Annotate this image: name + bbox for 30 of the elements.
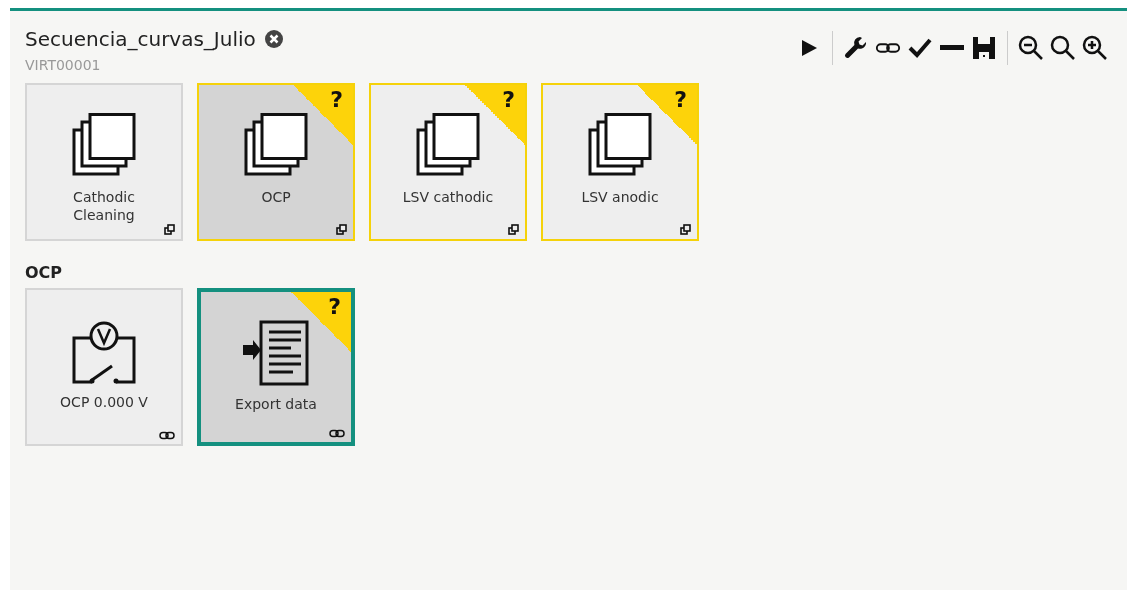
close-icon[interactable] [263, 29, 284, 49]
save-icon[interactable] [971, 35, 997, 61]
stack-icon [71, 113, 137, 179]
zoom-out-icon[interactable] [1018, 35, 1044, 61]
tile-label: LSV anodic [580, 189, 660, 207]
group-heading: OCP [25, 263, 64, 282]
search-icon[interactable] [1050, 35, 1076, 61]
step-tile[interactable]: ? OCP [197, 83, 355, 241]
question-mark: ? [502, 87, 515, 112]
wrench-icon[interactable] [843, 35, 869, 61]
stack-icon [243, 113, 309, 179]
question-mark: ? [330, 87, 343, 112]
tile-label: Export data [234, 396, 318, 414]
step-tile[interactable]: ? Export data [197, 288, 355, 446]
tile-label: Cathodic Cleaning [72, 189, 136, 224]
tile-label: LSV cathodic [401, 189, 495, 207]
import-document-icon [243, 320, 309, 386]
question-mark: ? [674, 87, 687, 112]
device-id: VIRT00001 [25, 57, 102, 73]
step-tile[interactable]: ? LSV anodic [541, 83, 699, 241]
zoom-in-icon[interactable] [1082, 35, 1108, 61]
step-tile[interactable]: OCP 0.000 V [25, 288, 183, 446]
step-tile[interactable]: Cathodic Cleaning [25, 83, 183, 241]
sequence-title: Secuencia_curvas_Julio [25, 27, 256, 51]
tile-label: OCP [260, 189, 292, 207]
stack-icon [587, 113, 653, 179]
stack-icon [415, 113, 481, 179]
tile-label: OCP 0.000 V [59, 394, 149, 412]
question-mark: ? [328, 294, 341, 319]
step-tile[interactable]: ? LSV cathodic [369, 83, 527, 241]
